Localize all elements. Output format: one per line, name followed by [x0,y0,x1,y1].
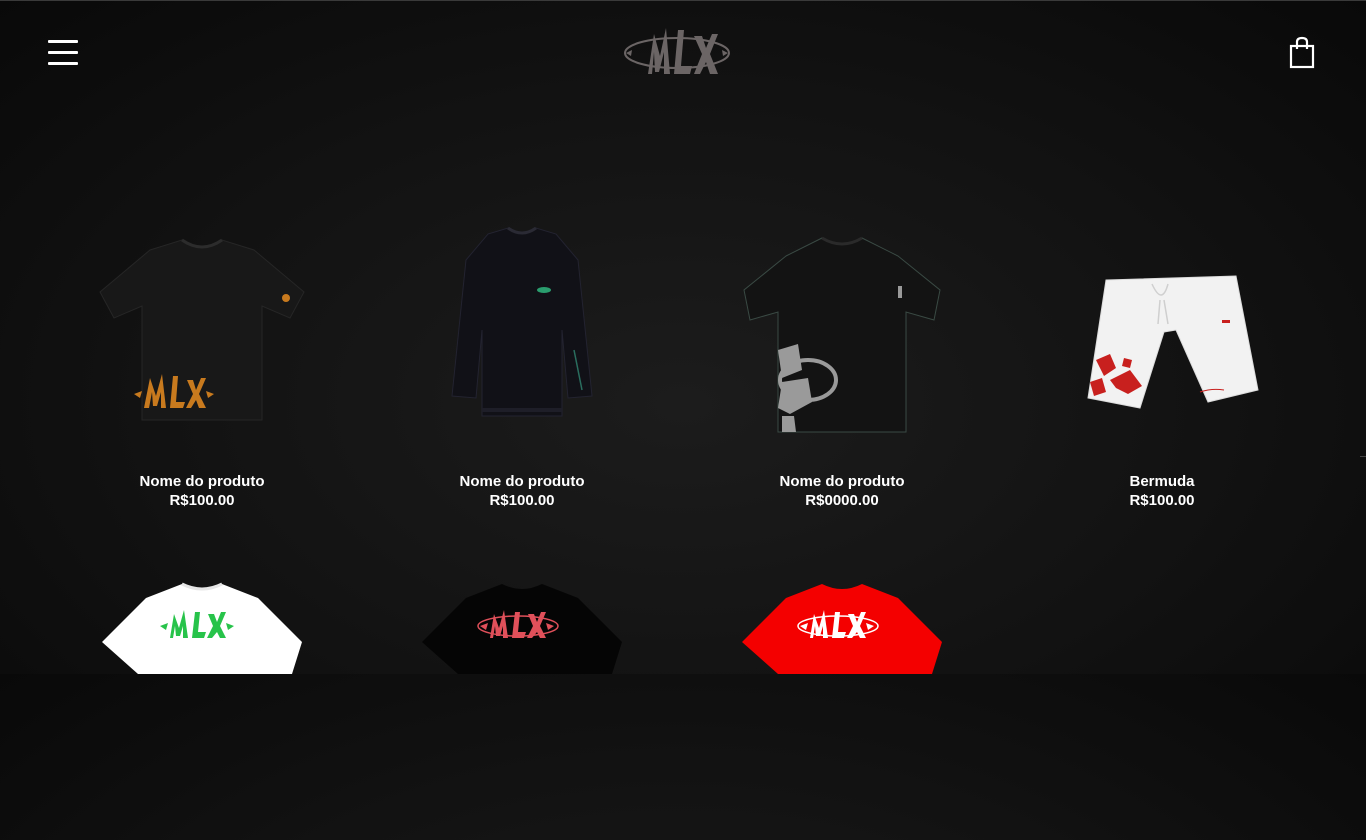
brand-logo[interactable] [618,16,736,86]
product-card[interactable]: Nome do produto R$0000.00 [682,200,1002,510]
scrollbar-marker [1360,456,1366,457]
product-card[interactable]: Nome do produto R$100.00 [362,200,682,510]
product-price: R$0000.00 [805,492,879,509]
product-price: R$100.00 [1129,492,1195,509]
product-name[interactable]: Nome do produto [42,472,362,491]
product-card[interactable] [682,580,1002,840]
hamburger-menu-icon[interactable] [48,40,78,66]
product-image[interactable] [362,580,682,840]
product-image[interactable] [682,200,1002,460]
product-image[interactable] [362,200,682,460]
product-image[interactable] [42,580,362,840]
product-card[interactable] [362,580,682,840]
shopping-bag-icon[interactable] [1288,36,1316,70]
product-image[interactable] [682,580,1002,840]
product-name[interactable]: Bermuda [1002,472,1322,491]
product-name[interactable]: Nome do produto [362,472,682,491]
product-image[interactable] [42,200,362,460]
product-price: R$100.00 [489,492,555,509]
product-card[interactable] [42,580,362,840]
top-border [0,0,1366,1]
product-price: R$100.00 [169,492,235,509]
product-card[interactable]: Bermuda R$100.00 [1002,200,1322,510]
product-name[interactable]: Nome do produto [682,472,1002,491]
product-image[interactable] [1002,200,1322,460]
product-card[interactable]: Nome do produto R$100.00 [42,200,362,510]
